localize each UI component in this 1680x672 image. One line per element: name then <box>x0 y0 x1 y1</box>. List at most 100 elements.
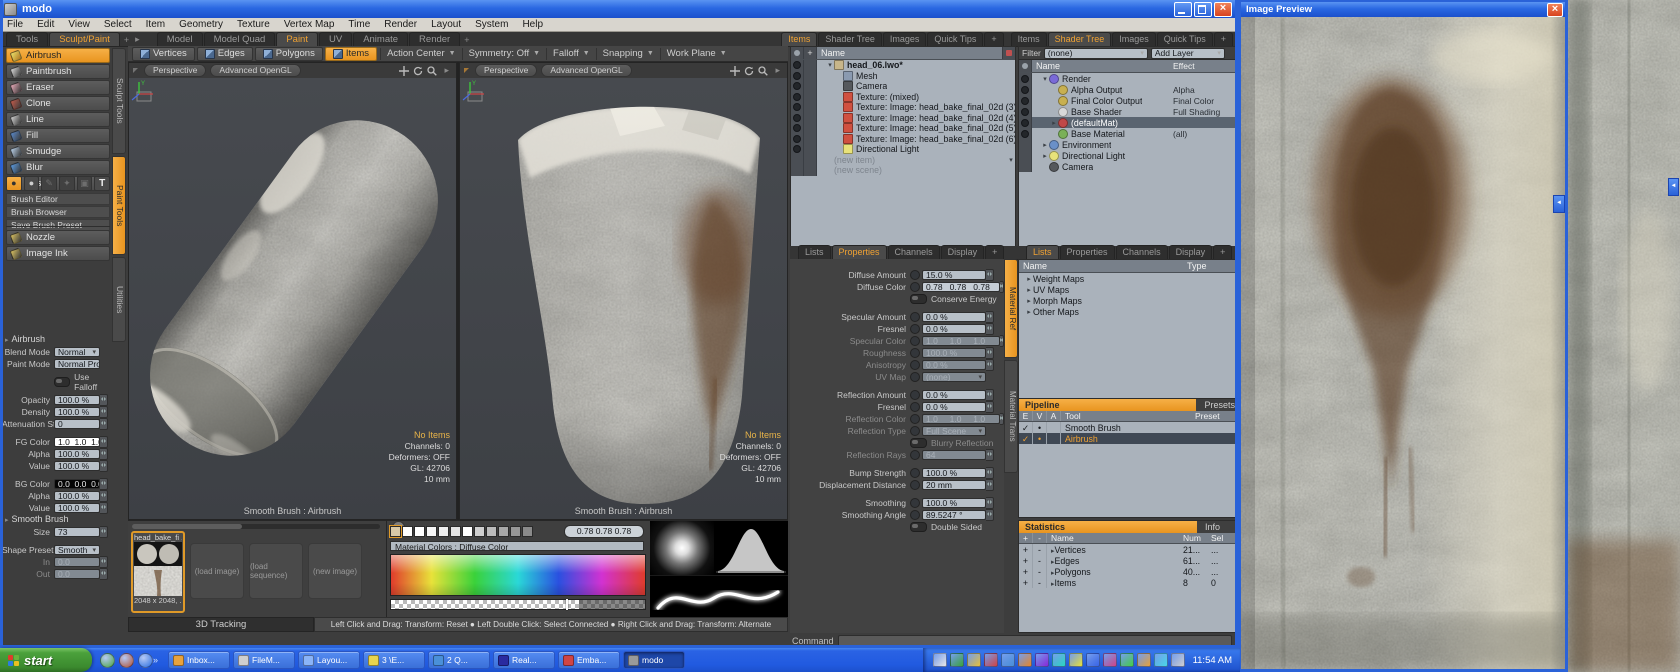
zoom-icon[interactable] <box>758 66 768 76</box>
enable-check[interactable]: ✓ <box>1019 433 1033 444</box>
visibility-cell[interactable] <box>1019 139 1032 150</box>
tab-paint[interactable]: Paint <box>276 32 318 46</box>
stepper-icon[interactable] <box>986 359 994 371</box>
alpha-slider-handle[interactable] <box>566 599 568 610</box>
stepper-icon[interactable] <box>986 347 994 359</box>
prop-field-opacity[interactable]: 100.0 % <box>54 395 100 405</box>
stepper-icon[interactable] <box>100 478 108 490</box>
expand-icon[interactable]: ▸ <box>1025 275 1033 283</box>
viewport-menu-arrow-icon[interactable]: ▸ <box>772 64 783 77</box>
tool-image-ink[interactable]: Image Ink <box>6 246 110 261</box>
quick-launch-icon[interactable] <box>100 653 115 668</box>
add-column-icon[interactable]: + <box>804 47 817 59</box>
tab-shader-tree[interactable]: Shader Tree <box>1048 32 1112 46</box>
material-tab-material-ref[interactable]: Material Ref <box>1004 259 1018 358</box>
tree-row[interactable]: Texture: (mixed) <box>791 92 1015 103</box>
viewport-1-canvas[interactable]: No Items Channels: 0Deformers: OFFGL: 42… <box>129 78 456 519</box>
quick-launch-icon[interactable] <box>119 653 134 668</box>
shader-effect-header[interactable]: Effect <box>1173 61 1235 71</box>
stepper-icon[interactable] <box>986 269 994 281</box>
eye-icon[interactable] <box>793 93 801 101</box>
tool-airbrush[interactable]: Airbrush <box>6 48 110 63</box>
channel-icon[interactable] <box>910 498 920 508</box>
prop-field-reflection-color[interactable]: 1.0 1.0 1.0 <box>922 414 1000 424</box>
prop-field-displacement-distance[interactable]: 20 mm <box>922 480 986 490</box>
stepper-icon[interactable] <box>100 556 108 568</box>
prop-field-alpha[interactable]: 100.0 % <box>54 449 100 459</box>
shader-row[interactable]: ▸Directional Light <box>1019 150 1235 161</box>
stepper-icon[interactable] <box>986 449 994 461</box>
stepper-icon[interactable] <box>986 467 994 479</box>
clips-scrollbar[interactable] <box>132 524 380 529</box>
eye-icon[interactable] <box>793 82 801 90</box>
expand-icon[interactable]: ▸ <box>1025 286 1033 294</box>
visibility-cell[interactable] <box>791 60 804 71</box>
visibility-cell[interactable] <box>1019 106 1032 117</box>
prop-field-uv-map[interactable]: (none)▾ <box>922 372 986 382</box>
tool-line[interactable]: Line <box>6 112 110 127</box>
prop-field-fresnel[interactable]: 0.0 % <box>922 402 986 412</box>
task-button-filem[interactable]: FileM... <box>233 651 295 669</box>
color-swatch[interactable] <box>402 526 413 537</box>
add-cell[interactable] <box>804 92 817 103</box>
visibility-cell[interactable] <box>1019 128 1032 139</box>
tool-fill[interactable]: Fill <box>6 128 110 143</box>
alpha-slider[interactable] <box>390 599 646 610</box>
menu-item-select[interactable]: Select <box>97 18 139 31</box>
channel-icon[interactable] <box>910 480 920 490</box>
collapse-minus-icon[interactable]: - <box>1033 577 1047 588</box>
shader-row[interactable]: Base Material(all) <box>1019 128 1235 139</box>
task-button-layou[interactable]: Layou... <box>298 651 360 669</box>
color-swatch[interactable] <box>498 526 509 537</box>
tab-quick-tips[interactable]: Quick Tips <box>1157 32 1213 46</box>
add-cell[interactable] <box>804 102 817 113</box>
tab-channels[interactable]: Channels <box>1116 245 1168 259</box>
shader-row[interactable]: Base ShaderFull Shading <box>1019 106 1235 117</box>
channel-icon[interactable] <box>910 336 920 346</box>
stepper-icon[interactable] <box>100 406 108 418</box>
clip-load-sequence[interactable]: (load sequence) <box>249 543 303 599</box>
prop-field-density[interactable]: 100.0 % <box>54 407 100 417</box>
brush-tip-soft[interactable]: ● <box>6 176 22 191</box>
tray-icon[interactable] <box>1120 653 1134 667</box>
prop-field-reflection-amount[interactable]: 0.0 % <box>922 390 986 400</box>
stepper-icon[interactable] <box>100 526 108 538</box>
prop-field-reflection-rays[interactable]: 64 <box>922 450 986 460</box>
mode-button-edges[interactable]: Edges <box>197 47 253 61</box>
tab-model[interactable]: Model <box>157 32 203 46</box>
tree-row[interactable]: Texture: Image: head_bake_final_02d (3) <box>791 102 1015 113</box>
channel-icon[interactable] <box>910 414 920 424</box>
filter-corner-icon[interactable] <box>1002 47 1015 59</box>
color-channel-label[interactable]: Material Colors : Diffuse Color <box>390 541 644 551</box>
eye-icon[interactable] <box>1021 130 1029 138</box>
dropdown-work-plane[interactable]: Work Plane▼ <box>660 48 733 60</box>
expand-icon[interactable]: ▸ <box>1041 152 1049 160</box>
stepper-icon[interactable] <box>986 509 994 521</box>
tab-shader-tree[interactable]: Shader Tree <box>818 32 882 46</box>
eye-icon[interactable] <box>793 61 801 69</box>
tree-row[interactable]: Texture: Image: head_bake_final_02d (4) <box>791 113 1015 124</box>
tab-x[interactable]: + <box>984 32 1003 46</box>
shader-row[interactable]: ▸Environment <box>1019 139 1235 150</box>
prop-field-paint-mode[interactable]: Normal Proj ...▾ <box>54 359 100 369</box>
auto-cell[interactable] <box>1047 433 1061 444</box>
tray-icon[interactable] <box>1052 653 1066 667</box>
stepper-icon[interactable] <box>986 311 994 323</box>
menu-item-file[interactable]: File <box>0 18 30 31</box>
expand-icon[interactable]: ▸ <box>1050 119 1058 127</box>
list-row[interactable]: ▸Morph Maps <box>1019 295 1235 306</box>
viewport-projection-button[interactable]: Perspective <box>475 64 537 77</box>
channel-icon[interactable] <box>910 360 920 370</box>
tab-x[interactable]: + <box>1214 32 1233 46</box>
side-tab-paint-tools[interactable]: Paint Tools <box>112 156 126 255</box>
expand-icon[interactable]: ▸ <box>1025 297 1033 305</box>
visible-dot[interactable]: • <box>1033 422 1047 433</box>
tray-icon[interactable] <box>1086 653 1100 667</box>
channel-icon[interactable] <box>910 324 920 334</box>
stepper-icon[interactable] <box>100 448 108 460</box>
task-button-2-q[interactable]: 2 Q... <box>428 651 490 669</box>
add-cell[interactable] <box>804 155 817 166</box>
clip-head-bake-fi[interactable]: head_bake_fi ...2048 x 2048, ... <box>131 531 185 613</box>
color-swatch[interactable] <box>486 526 497 537</box>
pipeline-row[interactable]: ✓•Smooth Brush <box>1019 422 1235 433</box>
